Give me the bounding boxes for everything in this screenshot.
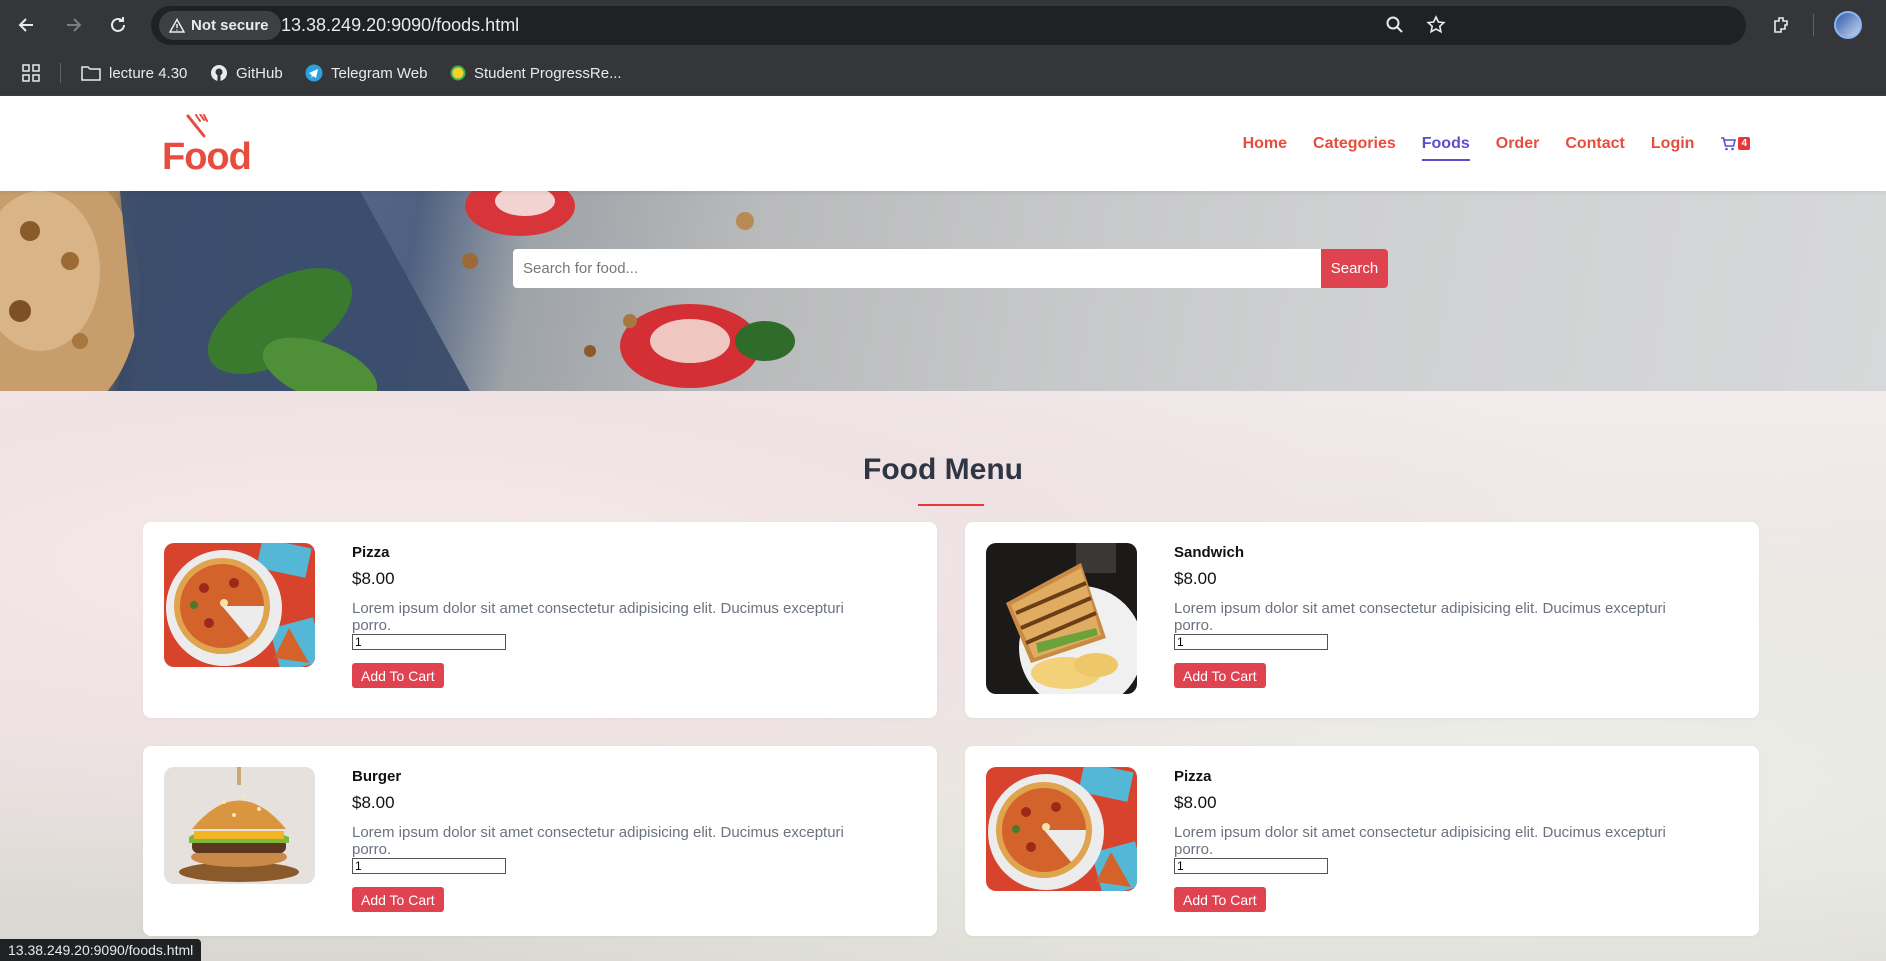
food-card: Burger $8.00 Lorem ipsum dolor sit amet …: [143, 746, 937, 936]
bookmark-star-icon[interactable]: [1423, 12, 1449, 38]
food-name: Pizza: [352, 544, 390, 561]
food-info: Burger $8.00 Lorem ipsum dolor sit amet …: [352, 766, 912, 912]
apps-button[interactable]: [22, 50, 40, 96]
main-nav: Home Categories Foods Order Contact Logi…: [1243, 96, 1750, 191]
hero-banner: Search: [0, 191, 1886, 391]
pizza-image: [164, 543, 315, 667]
search-input[interactable]: [513, 249, 1321, 288]
nav-foods[interactable]: Foods: [1421, 129, 1470, 161]
food-price: $8.00: [1174, 793, 1217, 812]
section-title: Food Menu: [863, 453, 1023, 486]
quantity-input[interactable]: [1174, 634, 1328, 650]
title-underline: [918, 504, 984, 506]
nav-categories[interactable]: Categories: [1313, 129, 1396, 159]
food-card: Sandwich $8.00 Lorem ipsum dolor sit ame…: [965, 522, 1759, 718]
hero-background-image: [0, 191, 795, 391]
toolbar-divider: [1813, 14, 1814, 36]
forward-button[interactable]: [58, 10, 88, 40]
food-info: Pizza $8.00 Lorem ipsum dolor sit amet c…: [1174, 766, 1734, 912]
browser-toolbar: Not secure 13.38.249.20:9090/foods.html: [0, 0, 1886, 50]
bookmark-student-progress[interactable]: Student ProgressRe...: [450, 50, 622, 96]
quantity-input[interactable]: [352, 858, 506, 874]
telegram-icon: [305, 64, 323, 82]
logo-text: Food: [162, 136, 252, 178]
nav-contact[interactable]: Contact: [1565, 129, 1625, 159]
security-label: Not secure: [191, 17, 269, 34]
add-to-cart-button[interactable]: Add To Cart: [1174, 663, 1266, 688]
food-description: Lorem ipsum dolor sit amet consectetur a…: [352, 824, 844, 858]
food-description: Lorem ipsum dolor sit amet consectetur a…: [1174, 600, 1666, 634]
apps-grid-icon: [22, 64, 40, 82]
food-name: Pizza: [1174, 768, 1212, 785]
quantity-input[interactable]: [352, 634, 506, 650]
reload-button[interactable]: [103, 10, 133, 40]
food-info: Pizza $8.00 Lorem ipsum dolor sit amet c…: [352, 542, 912, 688]
cart-count-badge: 4: [1738, 137, 1750, 150]
food-menu-section: Food Menu Pizza $8.00 Lorem ipsum dolor …: [0, 391, 1886, 961]
food-card: Pizza $8.00 Lorem ipsum dolor sit amet c…: [143, 522, 937, 718]
url-text[interactable]: 13.38.249.20:9090/foods.html: [281, 6, 519, 45]
reload-icon: [111, 17, 125, 32]
food-price: $8.00: [1174, 569, 1217, 588]
bookmark-lecture[interactable]: lecture 4.30: [81, 50, 187, 96]
zoom-icon[interactable]: [1382, 12, 1408, 38]
bookmark-telegram[interactable]: Telegram Web: [305, 50, 427, 96]
food-description: Lorem ipsum dolor sit amet consectetur a…: [352, 600, 844, 634]
status-bar-url: 13.38.249.20:9090/foods.html: [0, 939, 202, 961]
nav-home[interactable]: Home: [1243, 129, 1287, 159]
folder-icon: [81, 66, 101, 81]
quantity-input[interactable]: [1174, 858, 1328, 874]
bookmark-label: Student ProgressRe...: [474, 64, 622, 82]
sandwich-image: [986, 543, 1137, 694]
bookmarks-bar: lecture 4.30 GitHub Telegram Web Student…: [0, 50, 1886, 96]
food-price: $8.00: [352, 793, 395, 812]
site-header: Food Home Categories Foods Order Contact…: [0, 96, 1886, 191]
search-bar: Search: [513, 249, 1388, 288]
profile-avatar[interactable]: [1834, 11, 1862, 39]
cart-icon: [1721, 136, 1737, 150]
security-chip[interactable]: Not secure: [159, 11, 281, 40]
bookmark-label: Telegram Web: [331, 64, 428, 82]
forward-arrow-icon: [67, 18, 82, 32]
add-to-cart-button[interactable]: Add To Cart: [352, 663, 444, 688]
food-price: $8.00: [352, 569, 395, 588]
food-card: Pizza $8.00 Lorem ipsum dolor sit amet c…: [965, 746, 1759, 936]
nav-order[interactable]: Order: [1496, 129, 1540, 159]
nav-login[interactable]: Login: [1651, 129, 1695, 159]
address-bar[interactable]: Not secure 13.38.249.20:9090/foods.html: [151, 6, 1746, 45]
bookmarks-divider: [60, 63, 61, 83]
bookmark-label: lecture 4.30: [109, 64, 188, 82]
extensions-icon[interactable]: [1767, 10, 1797, 40]
back-button[interactable]: [12, 10, 42, 40]
burger-image: [164, 767, 315, 884]
github-icon: [211, 65, 227, 81]
food-name: Burger: [352, 768, 402, 785]
food-info: Sandwich $8.00 Lorem ipsum dolor sit ame…: [1174, 542, 1734, 688]
search-button[interactable]: Search: [1321, 249, 1388, 288]
site-logo[interactable]: Food: [162, 114, 252, 178]
add-to-cart-button[interactable]: Add To Cart: [352, 887, 444, 912]
bookmark-github[interactable]: GitHub: [210, 50, 283, 96]
add-to-cart-button[interactable]: Add To Cart: [1174, 887, 1266, 912]
pizza-image: [986, 767, 1137, 891]
back-arrow-icon: [18, 18, 33, 32]
warning-icon: [169, 17, 185, 33]
cart-link[interactable]: 4: [1720, 136, 1750, 151]
food-description: Lorem ipsum dolor sit amet consectetur a…: [1174, 824, 1666, 858]
bookmark-label: GitHub: [236, 64, 283, 82]
site-icon: [450, 65, 466, 81]
food-name: Sandwich: [1174, 544, 1245, 561]
